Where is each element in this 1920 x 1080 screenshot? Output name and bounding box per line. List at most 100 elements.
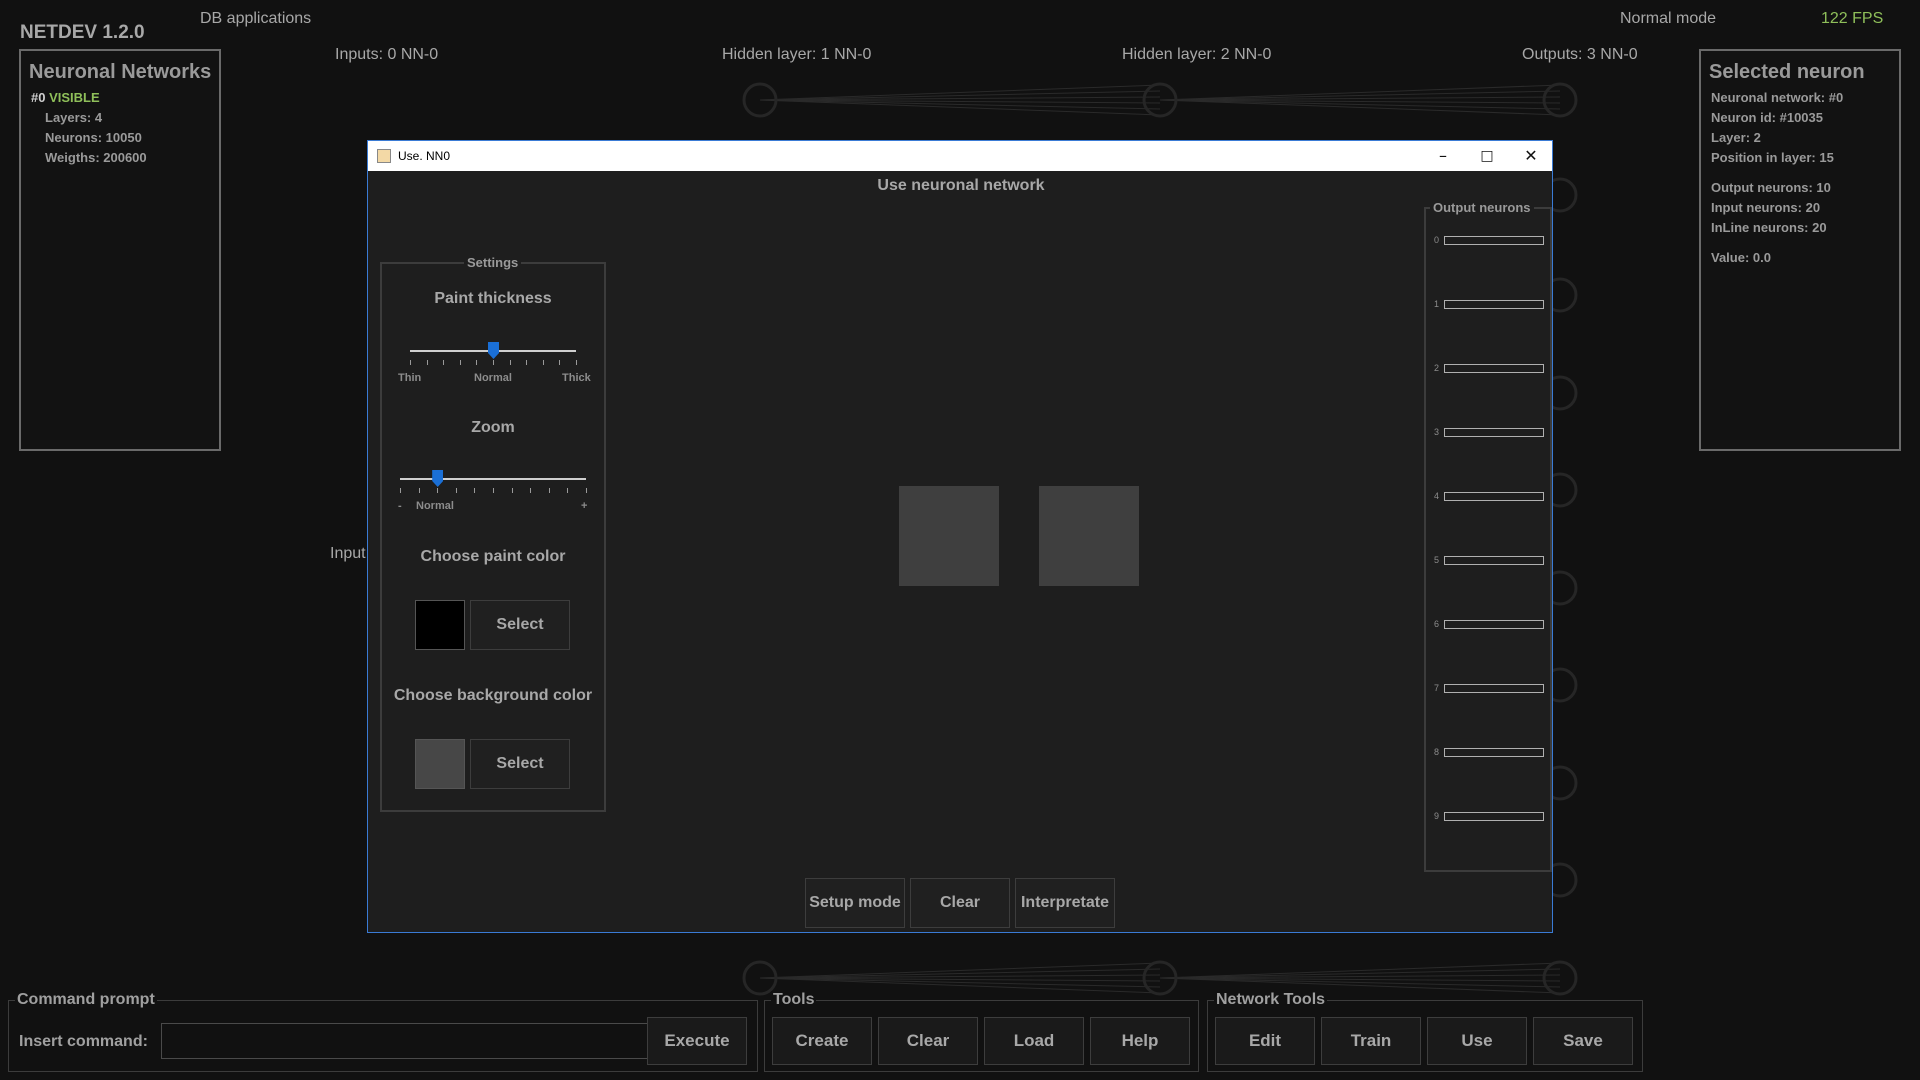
zoom-label: Zoom bbox=[471, 419, 515, 436]
preview-canvas bbox=[1039, 486, 1139, 586]
network-id[interactable]: #0 bbox=[31, 90, 45, 105]
settings-legend: Settings bbox=[464, 255, 522, 270]
slider-tick bbox=[511, 488, 513, 493]
neuron-node bbox=[1542, 82, 1578, 118]
slider-tick bbox=[426, 360, 428, 365]
slider-thumb[interactable] bbox=[488, 342, 499, 359]
input-label-partial: Input bbox=[330, 545, 366, 562]
neuron-node bbox=[1542, 960, 1578, 996]
setup-mode-button[interactable]: Setup mode bbox=[805, 878, 905, 928]
create-button[interactable]: Create bbox=[772, 1017, 872, 1065]
tick-label-thin: Thin bbox=[398, 372, 422, 384]
dialog-titlebar[interactable]: Use. NN0 – □ ✕ bbox=[368, 141, 1552, 171]
slider-tick bbox=[493, 488, 494, 493]
neuronal-networks-panel: Neuronal Networks #0 VISIBLE Layers: 4 N… bbox=[19, 49, 221, 451]
slider-tick bbox=[443, 360, 445, 365]
edit-button[interactable]: Edit bbox=[1215, 1017, 1315, 1065]
slider-tick bbox=[509, 360, 511, 365]
tools-legend: Tools bbox=[771, 991, 817, 1009]
paint-color-label: Choose paint color bbox=[420, 548, 566, 565]
slider-tick bbox=[455, 488, 457, 493]
neuron-value: Value: 0.0 bbox=[1711, 250, 1771, 265]
output-neuron-index: 6 bbox=[1434, 619, 1440, 629]
slider-tick bbox=[526, 360, 528, 365]
use-network-dialog: Use. NN0 – □ ✕ Use neuronal network Sett… bbox=[367, 140, 1553, 933]
select-paint-color-button[interactable]: Select bbox=[470, 600, 570, 650]
output-neuron-bar bbox=[1444, 300, 1544, 309]
tick-label-minus: - bbox=[398, 500, 402, 512]
output-neuron-index: 2 bbox=[1434, 363, 1440, 373]
slider-tick bbox=[474, 488, 476, 493]
neuron-id: Neuron id: #10035 bbox=[1711, 110, 1823, 125]
panel-title: Neuronal Networks bbox=[29, 61, 212, 83]
settings-group: Settings Paint thickness Thin Normal Thi… bbox=[380, 255, 606, 812]
minimize-icon[interactable]: – bbox=[1421, 141, 1465, 171]
command-prompt-legend: Command prompt bbox=[15, 991, 157, 1009]
slider-tick bbox=[459, 360, 461, 365]
select-background-color-button[interactable]: Select bbox=[470, 739, 570, 789]
java-app-icon bbox=[377, 149, 391, 163]
neuron-inline-count: InLine neurons: 20 bbox=[1711, 220, 1827, 235]
save-button[interactable]: Save bbox=[1533, 1017, 1633, 1065]
network-status: VISIBLE bbox=[49, 90, 100, 105]
tools-group: Tools Create Clear Load Help bbox=[764, 991, 1199, 1072]
neuron-position: Position in layer: 15 bbox=[1711, 150, 1834, 165]
output-neuron-index: 1 bbox=[1434, 299, 1440, 309]
selected-neuron-panel: Selected neuron Neuronal network: #0 Neu… bbox=[1699, 49, 1901, 451]
paint-color-swatch bbox=[415, 600, 465, 650]
neuron-network: Neuronal network: #0 bbox=[1711, 90, 1844, 105]
neuron-input-count: Input neurons: 20 bbox=[1711, 200, 1821, 215]
neuron-output-count: Output neurons: 10 bbox=[1711, 180, 1831, 195]
slider-tick bbox=[400, 488, 401, 493]
load-button[interactable]: Load bbox=[984, 1017, 1084, 1065]
drawing-canvas[interactable] bbox=[899, 486, 999, 586]
output-neuron-index: 5 bbox=[1434, 555, 1440, 565]
slider-tick bbox=[437, 488, 439, 493]
output-neuron-index: 0 bbox=[1434, 235, 1440, 245]
app-title: NETDEV 1.2.0 bbox=[20, 22, 145, 43]
command-prompt-group: Command prompt Insert command: Execute bbox=[8, 991, 758, 1072]
output-neuron-bar bbox=[1444, 428, 1544, 437]
network-layers: Layers: 4 bbox=[45, 110, 103, 125]
output-neurons-legend: Output neurons bbox=[1430, 200, 1534, 215]
tick-label-normal: Normal bbox=[416, 500, 454, 512]
dialog-heading: Use neuronal network bbox=[877, 177, 1045, 194]
command-input[interactable] bbox=[161, 1023, 651, 1059]
slider-tick bbox=[530, 488, 532, 493]
slider-tick bbox=[576, 360, 577, 365]
slider-thumb[interactable] bbox=[432, 470, 444, 487]
execute-button[interactable]: Execute bbox=[647, 1017, 747, 1065]
output-neuron-bar bbox=[1444, 684, 1544, 693]
close-icon[interactable]: ✕ bbox=[1509, 141, 1553, 171]
insert-command-label: Insert command: bbox=[19, 1033, 148, 1050]
slider-tick bbox=[476, 360, 478, 365]
output-neuron-index: 7 bbox=[1434, 683, 1440, 693]
maximize-icon[interactable]: □ bbox=[1465, 141, 1509, 171]
clear-button[interactable]: Clear bbox=[878, 1017, 978, 1065]
background-color-label: Choose background color bbox=[393, 687, 593, 704]
help-button[interactable]: Help bbox=[1090, 1017, 1190, 1065]
layer-label-hidden-2: Hidden layer: 2 NN-0 bbox=[1122, 46, 1272, 63]
output-neuron-bar bbox=[1444, 748, 1544, 757]
clear-canvas-button[interactable]: Clear bbox=[910, 878, 1010, 928]
slider-tick bbox=[493, 360, 494, 365]
db-applications-menu[interactable]: DB applications bbox=[200, 10, 311, 28]
train-button[interactable]: Train bbox=[1321, 1017, 1421, 1065]
network-tools-group: Network Tools Edit Train Use Save bbox=[1207, 991, 1643, 1072]
slider-tick bbox=[586, 488, 587, 493]
tick-label-thick: Thick bbox=[562, 372, 591, 384]
use-button[interactable]: Use bbox=[1427, 1017, 1527, 1065]
output-neurons-group: Output neurons 0 1 2 3 4 5 6 7 8 9 bbox=[1424, 200, 1552, 872]
layer-label-outputs: Outputs: 3 NN-0 bbox=[1522, 46, 1638, 63]
output-neuron-bar bbox=[1444, 236, 1544, 245]
dialog-title: Use. NN0 bbox=[398, 149, 451, 163]
output-neuron-bar bbox=[1444, 556, 1544, 565]
tick-label-plus: + bbox=[581, 500, 588, 512]
fps-counter: 122 FPS bbox=[1821, 10, 1884, 27]
network-weights: Weigths: 200600 bbox=[45, 150, 147, 165]
layer-label-hidden-1: Hidden layer: 1 NN-0 bbox=[722, 46, 872, 63]
output-neuron-index: 4 bbox=[1434, 491, 1440, 501]
output-neuron-index: 8 bbox=[1434, 747, 1440, 757]
interpretate-button[interactable]: Interpretate bbox=[1015, 878, 1115, 928]
output-neuron-bar bbox=[1444, 364, 1544, 373]
